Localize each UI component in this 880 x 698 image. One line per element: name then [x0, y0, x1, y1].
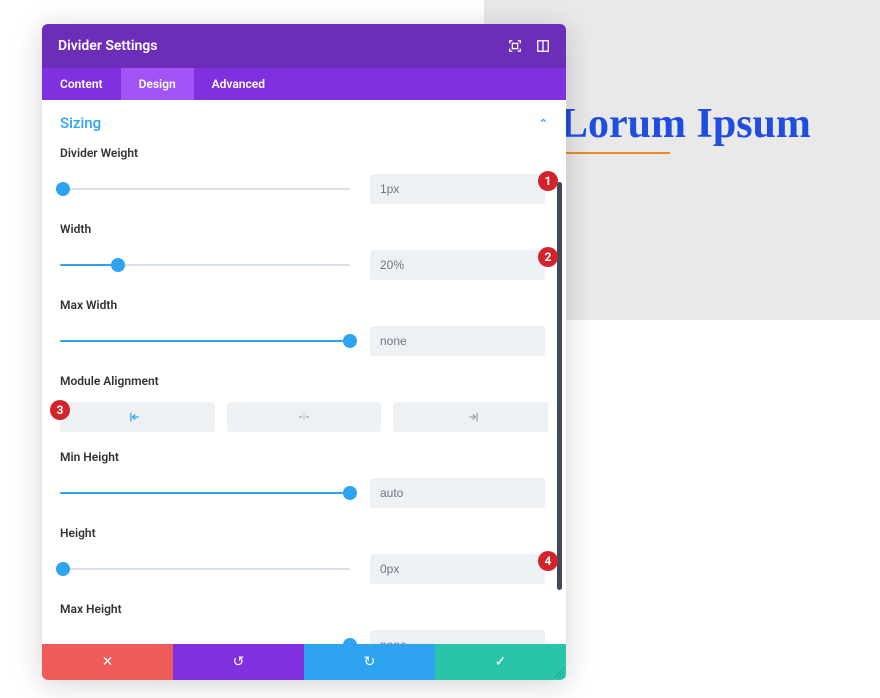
- slider-thumb[interactable]: [56, 562, 70, 576]
- annotation-badge-4: 4: [538, 551, 558, 571]
- chevron-up-icon: ⌃: [539, 117, 548, 130]
- height-slider[interactable]: [60, 561, 350, 577]
- width-label: Width: [60, 222, 548, 236]
- panel-header: Divider Settings: [42, 24, 566, 68]
- min-height-slider[interactable]: [60, 485, 350, 501]
- annotation-badge-1: 1: [538, 171, 558, 191]
- expand-icon[interactable]: [508, 39, 522, 53]
- preview-heading: Lorum Ipsum: [560, 100, 811, 148]
- max-height-slider[interactable]: [60, 637, 350, 644]
- width-input[interactable]: [370, 250, 545, 280]
- module-alignment-label: Module Alignment: [60, 374, 548, 388]
- slider-thumb[interactable]: [111, 258, 125, 272]
- slider-thumb[interactable]: [343, 486, 357, 500]
- control-module-alignment: Module Alignment 3: [60, 374, 548, 432]
- control-height: Height 4: [60, 526, 548, 584]
- redo-icon: ↻: [364, 654, 376, 670]
- align-center-button[interactable]: [227, 402, 382, 432]
- max-width-label: Max Width: [60, 298, 548, 312]
- min-height-label: Min Height: [60, 450, 548, 464]
- close-icon: ✕: [102, 654, 114, 670]
- settings-panel: Divider Settings Content Design: [42, 24, 566, 680]
- divider-weight-slider[interactable]: [60, 181, 350, 197]
- control-max-width: Max Width: [60, 298, 548, 356]
- section-sizing-title: Sizing: [60, 114, 101, 132]
- height-input[interactable]: [370, 554, 545, 584]
- height-label: Height: [60, 526, 548, 540]
- cancel-button[interactable]: ✕: [42, 644, 173, 680]
- panel-body: Sizing ⌃ Divider Weight: [42, 100, 566, 644]
- save-button[interactable]: ✓: [435, 644, 566, 680]
- undo-icon: ↺: [233, 654, 245, 670]
- annotation-badge-3: 3: [50, 400, 70, 420]
- check-icon: ✓: [495, 654, 507, 670]
- panel-tabs: Content Design Advanced: [42, 68, 566, 100]
- control-max-height: Max Height: [60, 602, 548, 644]
- align-left-icon: [130, 411, 144, 423]
- slider-thumb[interactable]: [343, 334, 357, 348]
- width-slider[interactable]: [60, 257, 350, 273]
- tab-content[interactable]: Content: [42, 68, 121, 100]
- max-width-slider[interactable]: [60, 333, 350, 349]
- scrollbar[interactable]: [557, 182, 562, 590]
- section-sizing-header[interactable]: Sizing ⌃: [42, 100, 566, 146]
- dock-icon[interactable]: [536, 39, 550, 53]
- align-left-button[interactable]: [60, 402, 215, 432]
- max-height-label: Max Height: [60, 602, 548, 616]
- tab-advanced[interactable]: Advanced: [194, 68, 283, 100]
- control-divider-weight: Divider Weight 1: [60, 146, 548, 204]
- control-width: Width 2: [60, 222, 548, 280]
- control-min-height: Min Height: [60, 450, 548, 508]
- slider-thumb[interactable]: [56, 182, 70, 196]
- align-right-button[interactable]: [393, 402, 548, 432]
- annotation-badge-2: 2: [538, 247, 558, 267]
- align-center-icon: [297, 411, 311, 423]
- slider-thumb[interactable]: [343, 638, 357, 644]
- align-right-icon: [464, 411, 478, 423]
- panel-footer: ✕ ↺ ↻ ✓: [42, 644, 566, 680]
- resize-handle-icon[interactable]: [554, 668, 564, 678]
- undo-button[interactable]: ↺: [173, 644, 304, 680]
- max-width-input[interactable]: [370, 326, 545, 356]
- preview-divider: [560, 152, 670, 154]
- min-height-input[interactable]: [370, 478, 545, 508]
- divider-weight-input[interactable]: [370, 174, 545, 204]
- divider-weight-label: Divider Weight: [60, 146, 548, 160]
- panel-title: Divider Settings: [58, 38, 157, 54]
- max-height-input[interactable]: [370, 630, 545, 644]
- redo-button[interactable]: ↻: [304, 644, 435, 680]
- tab-design[interactable]: Design: [121, 68, 194, 100]
- section-sizing: Sizing ⌃ Divider Weight: [42, 100, 566, 644]
- panel-scroll[interactable]: Sizing ⌃ Divider Weight: [42, 100, 566, 644]
